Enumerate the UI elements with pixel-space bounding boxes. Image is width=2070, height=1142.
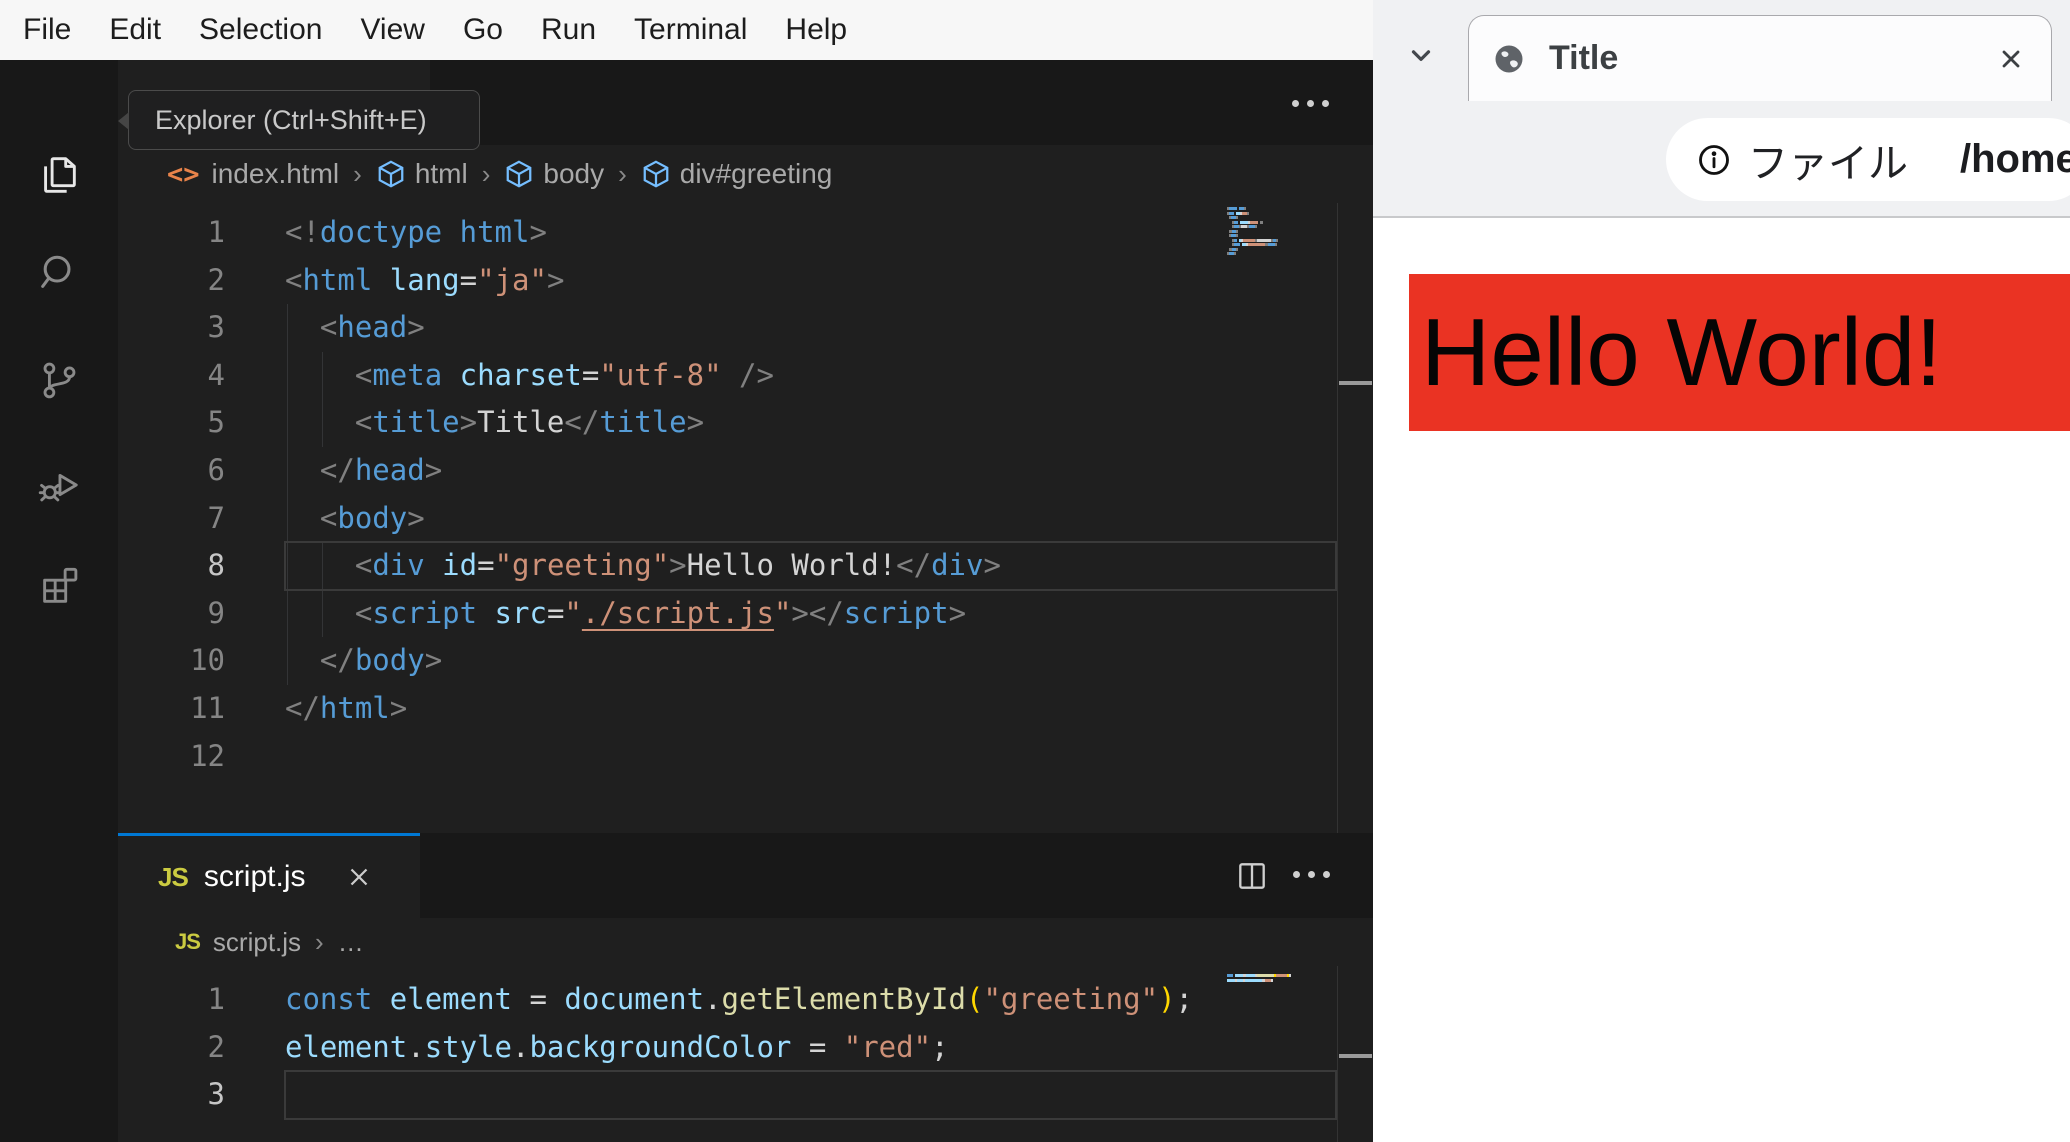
code-line[interactable]: 6 </head> <box>118 447 1373 495</box>
screen: File Edit Selection View Go Run Terminal… <box>0 0 2070 1142</box>
browser-window: Title ファイル /home/u Hello World! <box>1373 0 2070 1142</box>
line-number: 1 <box>207 215 225 249</box>
menu-bar: File Edit Selection View Go Run Terminal… <box>0 0 1373 60</box>
tab-label: script.js <box>203 860 306 893</box>
editor-tab-bar-bottom: JS script.js <box>118 833 1373 918</box>
tab-title: Title <box>1549 39 1619 77</box>
breadcrumb: <> index.html › html › body › div#greeti… <box>118 145 1373 203</box>
line-number: 9 <box>207 595 225 630</box>
vscode-window: File Edit Selection View Go Run Terminal… <box>0 0 1373 1142</box>
html-editor[interactable]: 1 <!doctype html> 2 <html lang="ja"> 3 <head… <box>118 203 1373 833</box>
chevron-down-icon[interactable] <box>1406 40 1436 70</box>
line-number: 1 <box>207 982 225 1016</box>
close-icon[interactable] <box>344 862 374 892</box>
editor-area: <> index.html › html › body › div#greeti… <box>118 60 1373 1142</box>
code-line[interactable]: 7 <body> <box>118 495 1373 543</box>
info-icon[interactable] <box>1696 142 1732 178</box>
code-line[interactable]: 5 <title>Title</title> <box>118 399 1373 447</box>
line-number: 3 <box>207 1077 225 1112</box>
source-control-icon[interactable] <box>0 332 118 428</box>
menu-selection[interactable]: Selection <box>180 13 341 47</box>
more-actions-icon[interactable] <box>1292 100 1329 107</box>
symbol-cube-icon <box>507 160 532 188</box>
menu-run[interactable]: Run <box>522 13 615 47</box>
js-file-icon: JS <box>175 929 201 954</box>
globe-icon <box>1495 45 1523 72</box>
breadcrumb-html[interactable]: html <box>376 158 468 190</box>
line-number: 3 <box>207 310 225 345</box>
tab-script-js[interactable]: JS script.js <box>118 833 420 918</box>
line-number: 12 <box>190 738 225 773</box>
breadcrumb-more[interactable]: … <box>338 927 364 958</box>
browser-tab[interactable]: Title <box>1468 15 2052 101</box>
file-scheme-chip[interactable]: ファイル <box>1748 131 1908 189</box>
menu-go[interactable]: Go <box>444 13 522 47</box>
breadcrumb-file[interactable]: index.html <box>212 158 340 190</box>
code-line[interactable]: 1 const element = document.getElementById… <box>118 976 1373 1024</box>
browser-toolbar: ファイル /home/u <box>1373 101 2070 275</box>
line-number: 6 <box>207 452 225 487</box>
breadcrumb-separator: › <box>315 926 324 957</box>
line-number: 11 <box>190 690 225 725</box>
line-number: 10 <box>190 643 225 678</box>
code-line[interactable]: 2 element.style.backgroundColor = "red"; <box>118 1024 1373 1072</box>
code-line[interactable]: 3 <head> <box>118 304 1373 352</box>
menu-help[interactable]: Help <box>766 13 866 47</box>
browser-tab-strip: Title <box>1373 0 2070 101</box>
menu-view[interactable]: View <box>341 13 443 47</box>
split-editor-icon[interactable] <box>1235 859 1269 893</box>
line-number: 5 <box>207 405 225 440</box>
symbol-cube-icon <box>378 160 404 188</box>
code-line[interactable]: 3 <box>118 1070 1373 1120</box>
breadcrumb-body[interactable]: body <box>504 158 604 190</box>
address-bar[interactable]: ファイル /home/u <box>1666 118 2070 201</box>
code-line[interactable]: 2 <html lang="ja"> <box>118 257 1373 305</box>
search-icon[interactable] <box>0 224 118 320</box>
greeting-div: Hello World! <box>1409 274 2070 431</box>
url-text[interactable]: /home/u <box>1960 137 2070 182</box>
symbol-cube-icon <box>643 160 669 188</box>
more-actions-icon[interactable] <box>1293 871 1330 878</box>
tooltip-arrow-icon <box>118 112 129 130</box>
menu-terminal[interactable]: Terminal <box>615 13 766 47</box>
menu-file[interactable]: File <box>4 13 90 47</box>
line-number: 7 <box>207 500 225 535</box>
line-number: 8 <box>207 548 225 583</box>
code-line[interactable]: 4 <meta charset="utf-8" /> <box>118 352 1373 400</box>
explorer-icon[interactable] <box>0 127 118 223</box>
line-number: 2 <box>207 262 225 297</box>
run-debug-icon[interactable] <box>0 437 118 533</box>
tooltip-explorer: Explorer (Ctrl+Shift+E) <box>118 90 480 150</box>
menu-edit[interactable]: Edit <box>90 13 180 47</box>
activity-bar <box>0 60 118 1142</box>
line-number: 2 <box>207 1029 225 1064</box>
line-number: 4 <box>207 357 225 392</box>
breadcrumb-js: JS script.js › … <box>118 918 1373 966</box>
greeting-text: Hello World! <box>1421 298 1943 406</box>
breadcrumb-separator: › <box>353 158 362 189</box>
code-line[interactable]: 12 <box>118 733 1373 781</box>
js-file-icon: JS <box>158 861 189 892</box>
close-icon[interactable] <box>1997 45 2025 73</box>
breadcrumb-separator: › <box>618 158 627 189</box>
code-line[interactable]: 9 <script src="./script.js"></script> <box>118 590 1373 638</box>
browser-viewport: Hello World! <box>1373 218 2070 1142</box>
html-file-icon: <> <box>167 158 200 190</box>
code-line[interactable]: 1 <!doctype html> <box>118 209 1373 257</box>
extensions-icon[interactable] <box>0 537 118 633</box>
breadcrumb-separator: › <box>481 158 491 189</box>
js-editor[interactable]: 1 const element = document.getElementById… <box>118 966 1373 1142</box>
code-line[interactable]: 8 <div id="greeting">Hello World!</div> <box>118 541 1373 591</box>
code-line[interactable]: 11 </html> <box>118 685 1373 733</box>
breadcrumb-div-greeting[interactable]: div#greeting <box>641 158 832 190</box>
breadcrumb-file[interactable]: script.js <box>213 927 301 958</box>
code-line[interactable]: 10 </body> <box>118 637 1373 685</box>
